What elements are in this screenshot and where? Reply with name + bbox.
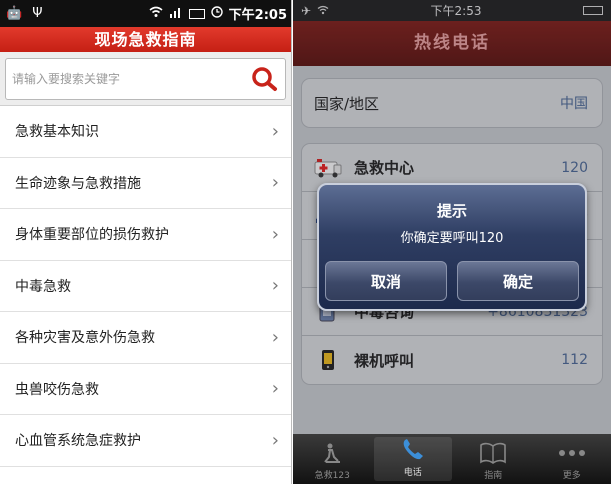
wifi-icon: [317, 4, 329, 18]
confirm-button[interactable]: 确定: [457, 261, 579, 301]
list-item[interactable]: 急救基本知识 ›: [0, 106, 291, 158]
page-title: 热线电话: [293, 21, 611, 66]
first-aid-icon: [320, 440, 344, 466]
list-item-label: 中毒急救: [15, 278, 71, 295]
list-item-label: 虫兽咬伤急救: [15, 381, 99, 398]
tab-more[interactable]: 更多: [533, 434, 611, 484]
tab-phone[interactable]: 电话: [373, 437, 452, 481]
usb-icon: Ψ: [32, 6, 43, 21]
search-icon[interactable]: [249, 64, 279, 94]
country-group: 国家/地区 中国: [301, 78, 603, 128]
chevron-right-icon: ›: [271, 275, 279, 297]
tab-label: 急救123: [314, 471, 350, 481]
cancel-button[interactable]: 取消: [325, 261, 447, 301]
list-item[interactable]: 生命迹象与急救措施 ›: [0, 158, 291, 209]
chevron-right-icon: ›: [271, 172, 279, 194]
list-item[interactable]: 各种灾害及意外伤急救 ›: [0, 312, 291, 364]
list-item-label: 各种灾害及意外伤急救: [15, 330, 155, 347]
hotline-row-bare-phone[interactable]: 裸机呼叫 112: [302, 336, 602, 384]
battery-icon: [583, 6, 603, 15]
airplane-icon: ✈: [301, 3, 312, 18]
signal-icon: [169, 6, 183, 22]
confirm-dialog: 提示 你确定要呼叫120 取消 确定: [317, 183, 587, 311]
book-icon: [479, 440, 507, 466]
chevron-right-icon: ›: [271, 326, 279, 348]
search-box[interactable]: [5, 58, 286, 100]
list-item[interactable]: 虫兽咬伤急救 ›: [0, 364, 291, 415]
list-item[interactable]: 身体重要部位的损伤救护 ›: [0, 209, 291, 261]
status-bar: 🤖 Ψ 下午2:05: [0, 0, 291, 27]
list-item-label: 身体重要部位的损伤救护: [15, 227, 169, 244]
tab-label: 更多: [562, 471, 581, 481]
tab-label: 指南: [484, 471, 503, 481]
page-title: 现场急救指南: [0, 27, 291, 52]
more-icon: [557, 440, 587, 466]
chevron-right-icon: ›: [271, 223, 279, 245]
phone-icon: [314, 349, 342, 371]
hotline-number: 112: [561, 352, 588, 368]
list-item[interactable]: 心血管系统急症救护 ›: [0, 415, 291, 467]
search-input[interactable]: [12, 72, 249, 86]
hotline-name: 裸机呼叫: [354, 351, 415, 370]
left-screen: 🤖 Ψ 下午2:05 现场急救指南 请输入要搜索关键字 急救基本知识 › 生命迹…: [0, 0, 292, 484]
hotline-number: 120: [561, 159, 588, 176]
phone-handset-icon: [400, 437, 426, 463]
alarm-icon: [210, 5, 223, 22]
status-time: 下午2:53: [430, 4, 482, 18]
search-bar: [0, 52, 291, 106]
right-screen: ✈ 下午2:53 热线电话 国家/地区 中国 急救中心 120 中毒咨询 +86…: [293, 0, 611, 484]
hotline-name: 急救中心: [354, 159, 415, 177]
dialog-message: 你确定要呼叫120: [400, 231, 504, 246]
list-item-label: 生命迹象与急救措施: [15, 175, 141, 192]
tab-bar: 急救123 电话 指南 更多: [293, 434, 611, 484]
dialog-title: 提示: [436, 202, 467, 220]
ambulance-icon: [314, 157, 342, 179]
list-item-label: 急救基本知识: [15, 124, 99, 141]
country-value: 中国: [560, 96, 588, 112]
chevron-right-icon: ›: [271, 120, 279, 142]
list-item[interactable]: 中毒急救 ›: [0, 261, 291, 312]
status-bar: ✈ 下午2:53: [293, 0, 611, 21]
list-item-label: 心血管系统急症救护: [15, 433, 141, 450]
chevron-right-icon: ›: [271, 378, 279, 400]
tab-guide[interactable]: 指南: [454, 434, 533, 484]
country-row[interactable]: 国家/地区 中国: [302, 79, 602, 127]
tab-label: 电话: [403, 468, 422, 478]
wifi-icon: [149, 6, 163, 22]
status-time: 下午2:05: [228, 8, 287, 23]
chevron-right-icon: ›: [271, 429, 279, 451]
guide-list: 急救基本知识 › 生命迹象与急救措施 › 身体重要部位的损伤救护 › 中毒急救 › 各种…: [0, 106, 291, 467]
battery-icon: [188, 8, 205, 19]
tab-first-aid[interactable]: 急救123: [293, 434, 372, 484]
android-icon: 🤖: [6, 6, 23, 21]
country-label: 国家/地区: [314, 94, 380, 113]
